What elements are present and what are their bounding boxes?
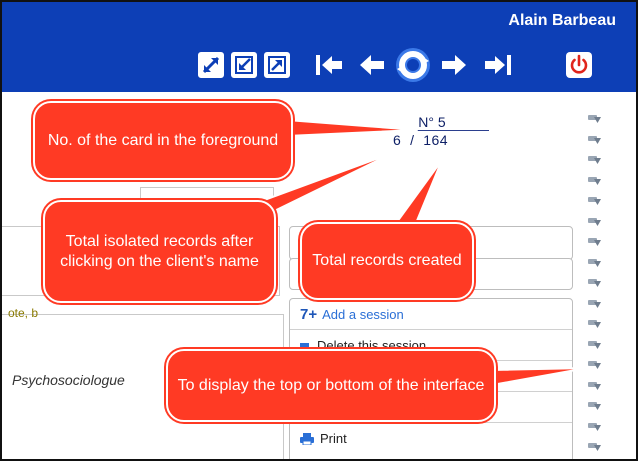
- refresh-icon[interactable]: [394, 46, 432, 84]
- scroll-arrow-icon[interactable]: [588, 234, 602, 246]
- card-number: N° 5: [418, 114, 446, 130]
- add-session-button[interactable]: 7+ Add a session: [290, 299, 572, 330]
- scroll-arrow-icon[interactable]: [588, 398, 602, 410]
- power-icon[interactable]: [566, 52, 592, 78]
- profession-text: Psychosociologue: [12, 372, 125, 388]
- scroll-arrow-icon[interactable]: [588, 419, 602, 431]
- record-count: 6 / 164: [393, 132, 449, 148]
- scroll-arrow-icon[interactable]: [588, 173, 602, 185]
- callout-isolated-records: Total isolated records after clicking on…: [43, 200, 276, 303]
- window-expand-icon[interactable]: [264, 52, 290, 78]
- first-record-icon[interactable]: [314, 52, 344, 78]
- scroll-arrow-icon[interactable]: [588, 275, 602, 287]
- last-record-icon[interactable]: [483, 52, 513, 78]
- callout-display-top-bottom: To display the top or bottom of the inte…: [166, 349, 496, 422]
- top-toolbar: Alain Barbeau: [2, 2, 636, 92]
- scroll-arrow-icon[interactable]: [588, 111, 602, 123]
- scroll-arrow-icon[interactable]: [588, 378, 602, 390]
- scroll-arrow-icon[interactable]: [588, 316, 602, 328]
- add-icon: 7+: [300, 305, 318, 323]
- counter-divider: [365, 130, 489, 131]
- previous-record-icon[interactable]: [358, 52, 386, 78]
- minus-icon: [300, 343, 309, 347]
- user-name: Alain Barbeau: [508, 12, 616, 29]
- note-text: ote, b: [8, 306, 39, 320]
- scroll-arrow-icon[interactable]: [588, 214, 602, 226]
- printer-icon: [300, 432, 314, 445]
- scroll-arrow-icon[interactable]: [588, 255, 602, 267]
- callout-card-foreground: No. of the card in the foreground: [33, 101, 293, 180]
- print-label: Print: [320, 431, 347, 446]
- scroll-arrow-icon[interactable]: [588, 296, 602, 308]
- window-shrink-icon[interactable]: [231, 52, 257, 78]
- scroll-arrow-icon[interactable]: [588, 152, 602, 164]
- callout-total-records: Total records created: [300, 222, 474, 300]
- print-button[interactable]: Print: [290, 423, 572, 454]
- next-record-icon[interactable]: [440, 52, 468, 78]
- scroll-arrow-icon[interactable]: [588, 132, 602, 144]
- scroll-arrow-icon[interactable]: [588, 337, 602, 349]
- add-session-label: Add a session: [322, 306, 404, 322]
- scroll-arrow-icon[interactable]: [588, 439, 602, 451]
- scroll-arrow-icon[interactable]: [588, 357, 602, 369]
- resize-diagonal-icon[interactable]: [198, 52, 224, 78]
- app-window: Alain Barbeau N° 5 6 / 164 ote, b Psycho…: [0, 0, 638, 461]
- scroll-arrow-icon[interactable]: [588, 193, 602, 205]
